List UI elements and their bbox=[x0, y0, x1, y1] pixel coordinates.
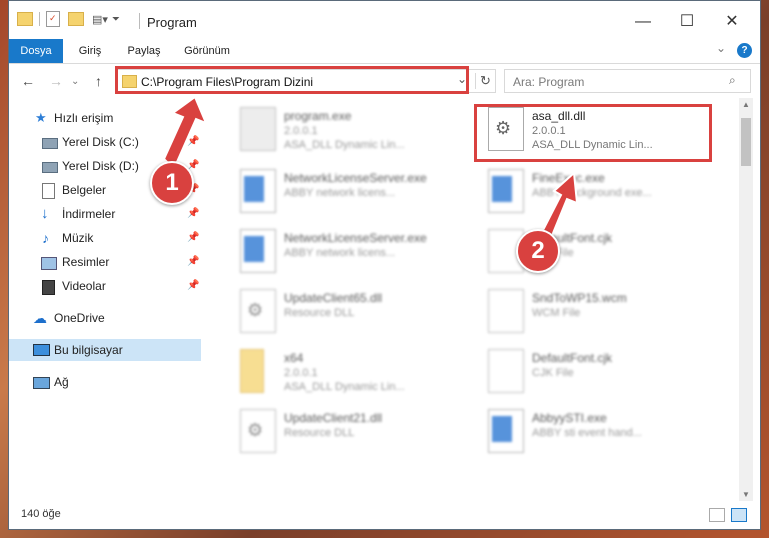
step-1-badge: 1 bbox=[150, 161, 194, 205]
explorer-window: ✓ ▤▾ ⏷ Program — ☐ ✕ Dosya Giriş Paylaş … bbox=[8, 0, 761, 530]
arrow-1 bbox=[162, 95, 208, 168]
annotation-arrows bbox=[162, 95, 579, 245]
step-2-badge: 2 bbox=[516, 229, 560, 273]
